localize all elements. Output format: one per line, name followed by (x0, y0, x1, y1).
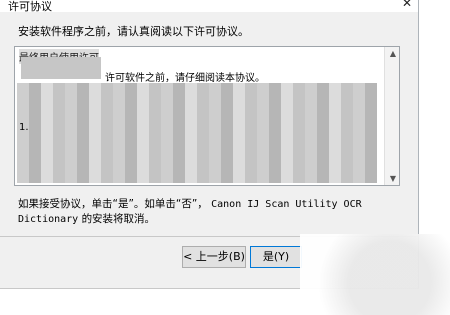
watermark-overlay (300, 234, 450, 315)
close-icon[interactable]: ✕ (402, 0, 412, 10)
question-part2: 的安装将取消。 (81, 213, 156, 225)
scroll-up-icon[interactable]: ▲ (390, 49, 396, 58)
yes-button[interactable]: 是(Y) (250, 246, 302, 268)
question-part1: 如果接受协议，单击“是”。如单击“否”， (18, 198, 208, 210)
title-bar: 许可协议 ✕ (0, 0, 418, 13)
license-scrollbar[interactable]: ▲ ▼ (384, 47, 399, 185)
back-button[interactable]: < 上一步(B) (182, 246, 246, 268)
redacted-region-main (17, 83, 377, 183)
instruction-text: 安装软件程序之前，请认真阅读以下许可协议。 (18, 25, 249, 38)
scroll-down-icon[interactable]: ▼ (390, 174, 396, 183)
window-title: 许可协议 (8, 0, 52, 13)
license-number-fragment: 1. (19, 122, 29, 133)
redacted-region (21, 57, 101, 79)
accept-question: 如果接受协议，单击“是”。如单击“否”， Canon IJ Scan Utili… (18, 197, 378, 227)
license-line: 许可软件之前，请仔细阅读本协议。 (105, 73, 265, 84)
license-text-box[interactable]: 最终用户使用许可 许可软件之前，请仔细阅读本协议。 1. ▲ ▼ (14, 46, 400, 186)
